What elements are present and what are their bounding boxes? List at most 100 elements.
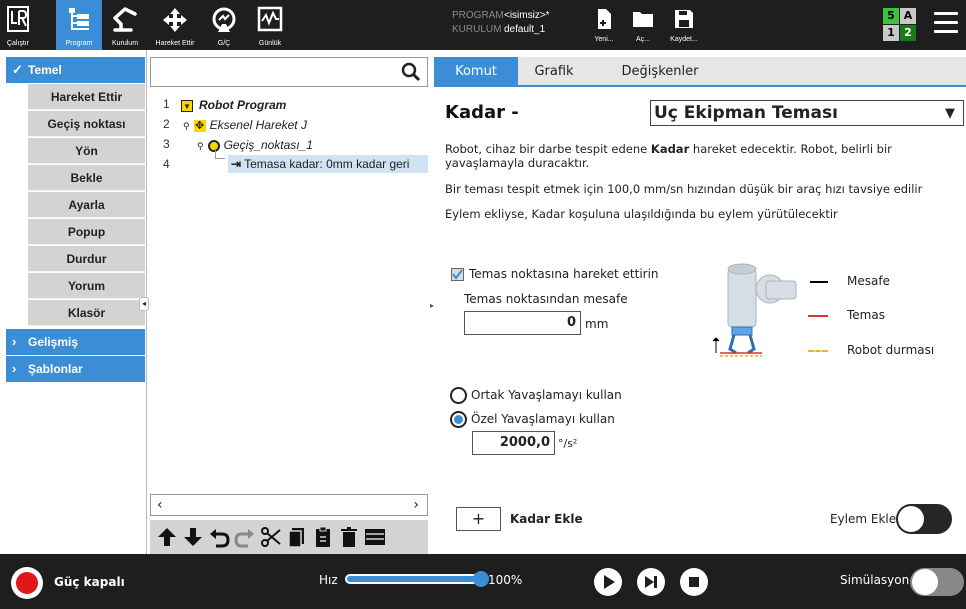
legend-distance-label: Mesafe	[847, 274, 890, 288]
tree-horizontal-scrollbar[interactable]: ‹ ›	[150, 494, 428, 516]
cmd-wait[interactable]: Bekle	[28, 165, 145, 191]
move-icon: ✥	[193, 119, 206, 132]
move-down-icon[interactable]	[182, 526, 204, 548]
power-status-label: Güç kapalı	[54, 575, 125, 589]
cut-icon[interactable]	[260, 526, 282, 548]
redo-icon[interactable]	[234, 526, 256, 548]
tree-node-until-selected[interactable]: ⇥ Temasa kadar: 0mm kadar geri	[228, 155, 428, 173]
save-button[interactable]: Kaydet...	[667, 6, 701, 46]
tree-search-bar[interactable]	[150, 57, 428, 87]
tree-node-label: Geçiş_noktası_1	[223, 138, 313, 152]
copy-icon[interactable]	[286, 526, 308, 548]
bottom-bar: Güç kapalı Hız 100% Simülasyon	[0, 554, 966, 609]
delete-icon[interactable]	[338, 526, 360, 548]
nav-program-label: Program	[65, 40, 93, 47]
custom-deceleration-radio[interactable]	[450, 411, 467, 428]
paste-icon[interactable]	[312, 526, 334, 548]
stop-button[interactable]	[680, 568, 708, 596]
speed-slider-thumb[interactable]	[473, 571, 489, 587]
scroll-left-icon[interactable]: ‹	[157, 495, 163, 515]
dropdown-value: Uç Ekipman Teması	[654, 103, 838, 123]
tab-command[interactable]: Komut	[434, 57, 518, 87]
tab-graphics[interactable]: Grafik	[518, 57, 590, 87]
add-action-toggle[interactable]	[896, 504, 952, 534]
description-3: Eylem ekliyse, Kadar koşuluna ulaşıldığı…	[445, 207, 838, 221]
save-icon	[675, 10, 693, 28]
move-to-contact-checkbox[interactable]	[451, 268, 464, 281]
nav-io[interactable]: G/Ç	[206, 0, 242, 50]
toggle-knob	[912, 569, 938, 595]
power-status-icon	[16, 572, 38, 594]
scroll-right-icon[interactable]: ›	[413, 495, 419, 515]
cmd-halt[interactable]: Durdur	[28, 246, 145, 272]
chevron-down-icon: ✓	[12, 62, 23, 77]
nav-run[interactable]: Çalıştır	[0, 0, 36, 50]
nav-io-label: G/Ç	[217, 40, 231, 47]
program-root-icon: ▼	[181, 99, 193, 112]
tab-bar: Komut Grafik Değişkenler	[434, 57, 966, 87]
pin-icon: ⚲	[183, 121, 190, 131]
distance-input[interactable]: 0	[464, 311, 581, 335]
step-icon	[645, 576, 657, 588]
cmd-folder[interactable]: Klasör	[28, 300, 145, 326]
nav-move[interactable]: Hareket Ettir	[148, 0, 202, 50]
undo-icon[interactable]	[208, 526, 230, 548]
legend-distance-swatch	[810, 281, 828, 283]
play-button[interactable]	[594, 568, 622, 596]
command-title: Kadar -	[445, 102, 519, 123]
chevron-right-icon: ›	[12, 361, 17, 376]
deceleration-input[interactable]: 2000,0	[472, 431, 555, 455]
category-basic[interactable]: ✓ Temel	[6, 57, 145, 83]
legend-contact-swatch	[808, 315, 828, 317]
toggle-knob	[898, 506, 924, 532]
legend-robot-stop-swatch	[808, 350, 828, 352]
cmd-comment[interactable]: Yorum	[28, 273, 145, 299]
open-label: Aç...	[635, 36, 650, 43]
tree-node-movej[interactable]: ⚲ ✥ Eksenel Hareket J	[183, 116, 307, 134]
move-up-icon[interactable]	[156, 526, 178, 548]
speed-slider-track[interactable]	[345, 571, 489, 587]
tree-node-label: Robot Program	[199, 98, 287, 112]
step-button[interactable]	[637, 568, 665, 596]
tab-variables[interactable]: Değişkenler	[610, 57, 710, 87]
shared-deceleration-radio[interactable]	[450, 387, 467, 404]
cmd-direction[interactable]: Yön	[28, 138, 145, 164]
shared-deceleration-label: Ortak Yavaşlamayı kullan	[471, 388, 622, 402]
pin-icon: ⚲	[197, 141, 204, 151]
move-to-contact-label: Temas noktasına hareket ettirin	[469, 267, 659, 281]
power-button[interactable]	[11, 567, 43, 599]
hamburger-menu-icon[interactable]	[934, 12, 958, 36]
search-icon[interactable]	[401, 62, 421, 82]
program-icon	[69, 8, 89, 30]
nav-log[interactable]: Günlük	[250, 0, 290, 50]
tree-node-label: Eksenel Hareket J	[209, 118, 307, 132]
collapse-handle[interactable]: ◂	[139, 297, 149, 311]
open-button[interactable]: Aç...	[626, 6, 660, 46]
line-number: 3	[163, 137, 170, 151]
simulation-toggle[interactable]	[910, 568, 964, 596]
cmd-waypoint[interactable]: Geçiş noktası	[28, 111, 145, 137]
simulation-label: Simülasyon	[840, 573, 910, 587]
suppress-icon[interactable]	[364, 526, 386, 548]
until-type-dropdown[interactable]: Uç Ekipman Teması ▼	[650, 100, 964, 126]
cmd-move[interactable]: Hareket Ettir	[28, 84, 145, 110]
new-label: Yeni...	[594, 36, 614, 43]
nav-program[interactable]: Program	[56, 0, 102, 50]
cmd-set[interactable]: Ayarla	[28, 192, 145, 218]
tree-node-robot-program[interactable]: ▼ Robot Program	[181, 96, 286, 114]
chevron-right-icon: ›	[12, 334, 17, 349]
status-indicator[interactable]: 5 A 1 2	[883, 7, 917, 43]
add-until-button[interactable]: +	[456, 507, 501, 531]
category-advanced[interactable]: › Gelişmiş	[6, 329, 145, 355]
robot-arm-icon	[113, 7, 137, 32]
line-number: 2	[163, 117, 170, 131]
program-info: PROGRAM<isimsiz>* KURULUM default_1	[452, 9, 550, 37]
new-button[interactable]: Yeni...	[587, 6, 621, 46]
deceleration-unit: °/s²	[558, 437, 578, 450]
line-number: 1	[163, 97, 170, 111]
ur-logo-icon	[7, 6, 29, 32]
status-speed-slider: 5	[883, 8, 899, 24]
cmd-popup[interactable]: Popup	[28, 219, 145, 245]
category-templates[interactable]: › Şablonlar	[6, 356, 145, 382]
nav-installation[interactable]: Kurulum	[104, 0, 146, 50]
